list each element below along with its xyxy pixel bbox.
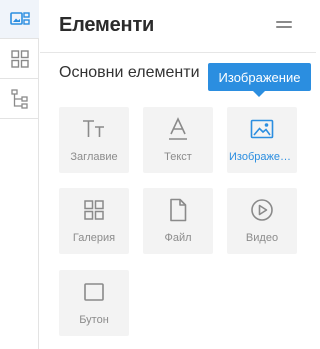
rail-structure-button[interactable]: [0, 80, 39, 119]
tile-label: Бутон: [79, 314, 109, 326]
tile-label: Видео: [245, 232, 279, 244]
tree-icon: [10, 89, 28, 109]
file-icon: [143, 197, 213, 223]
header-divider: [40, 52, 316, 53]
video-icon: [227, 197, 297, 223]
image-icon: [227, 116, 297, 142]
element-tile-image[interactable]: Изображение: [227, 107, 297, 173]
left-rail: [0, 0, 39, 349]
tile-label: Текст: [164, 151, 192, 163]
tile-label: Заглавие: [70, 151, 118, 163]
gallery-icon: [59, 197, 129, 223]
elements-panel: Елементи Основни елементи Изображение За…: [40, 0, 316, 349]
tile-label: Изображение: [229, 151, 295, 163]
tile-label: Галерия: [72, 232, 116, 244]
rail-layout-button[interactable]: [0, 40, 39, 79]
collapse-menu-icon[interactable]: [276, 20, 292, 30]
grid-icon: [10, 50, 29, 68]
heading-icon: [59, 116, 129, 142]
elements-icon: [9, 12, 30, 25]
element-tile-file[interactable]: Файл: [143, 188, 213, 254]
tooltip-arrow: [253, 91, 265, 97]
section-title: Основни елементи: [59, 64, 200, 81]
rail-elements-button[interactable]: [0, 0, 39, 39]
button-icon: [59, 279, 129, 305]
tooltip: Изображение: [208, 63, 311, 91]
text-icon: [143, 116, 213, 142]
element-tile-button[interactable]: Бутон: [59, 270, 129, 336]
panel-title: Елементи: [59, 14, 155, 36]
element-tile-gallery[interactable]: Галерия: [59, 188, 129, 254]
element-tile-text[interactable]: Текст: [143, 107, 213, 173]
element-tile-heading[interactable]: Заглавие: [59, 107, 129, 173]
element-tile-video[interactable]: Видео: [227, 188, 297, 254]
tile-label: Файл: [164, 232, 192, 244]
